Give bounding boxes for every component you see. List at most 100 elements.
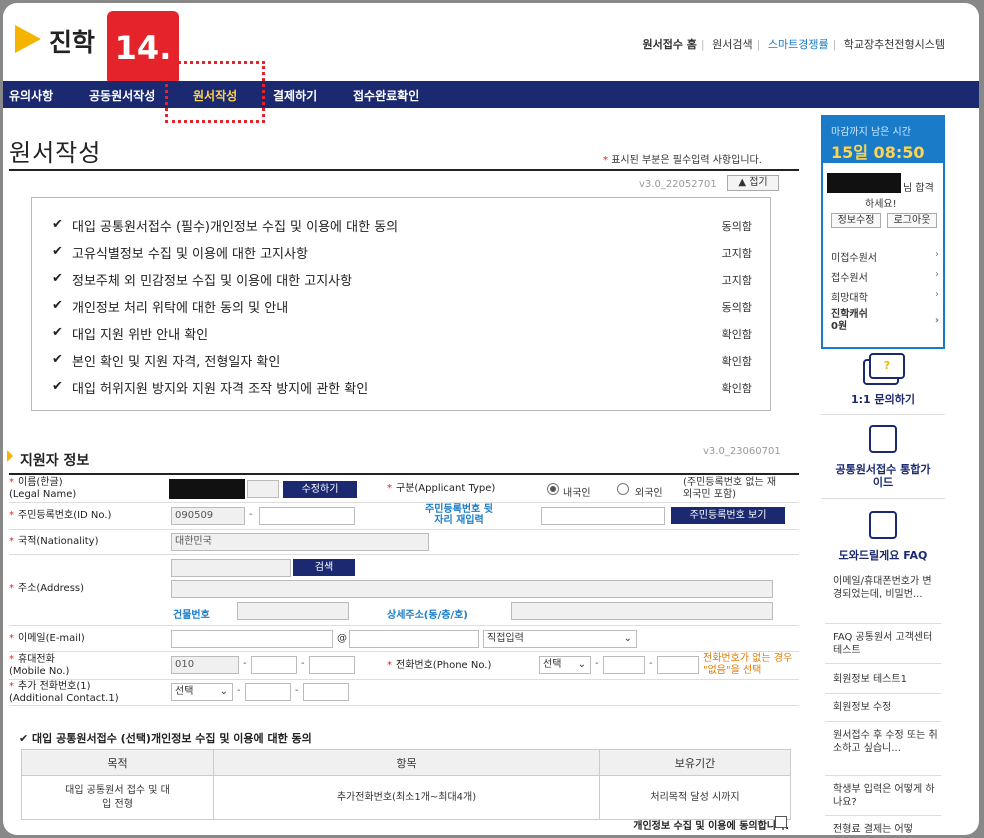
phone-note: 전화번호가 없는 경우 "없음"을 선택	[703, 653, 793, 676]
faq-title: 도와드릴게요 FAQ	[838, 549, 928, 562]
toplink-smart-rate[interactable]: 스마트경쟁률	[764, 38, 833, 51]
building-no-input[interactable]	[237, 602, 349, 620]
name-input[interactable]	[247, 480, 279, 498]
table-header: 항목	[213, 749, 600, 776]
check-icon: ✔	[52, 217, 63, 232]
timer-value: 15일 08:50	[831, 143, 925, 162]
divider	[9, 473, 799, 475]
edit-info-button[interactable]: 정보수정	[831, 213, 881, 228]
table-header: 목적	[21, 749, 214, 776]
radio-domestic[interactable]	[547, 483, 559, 495]
logo[interactable]: 진학	[49, 23, 95, 59]
page-title: 원서작성	[9, 139, 102, 167]
check-icon: ✔	[19, 732, 33, 745]
faq-item[interactable]: FAQ 공통원서 고객센터 테스트	[833, 631, 939, 657]
email-domain-select[interactable]: 직접입력 ⌄	[483, 630, 637, 648]
sidebar-item-submitted[interactable]: 접수원서 ›	[831, 269, 939, 284]
toplink-home[interactable]: 원서접수 홈	[638, 38, 700, 51]
faq-item[interactable]: 회원정보 테스트1	[833, 673, 939, 686]
logout-button[interactable]: 로그아웃	[887, 213, 937, 228]
mobile-label: * 휴대전화 (Mobile No.)	[9, 654, 70, 677]
sidebar-item-unsubmitted[interactable]: 미접수원서 ›	[831, 249, 939, 264]
toplink-search[interactable]: 원서검색	[708, 38, 756, 51]
check-icon: ✔	[52, 325, 63, 340]
guide-tile[interactable]: 공통원서접수 통합가이드	[821, 419, 945, 499]
edit-name-button[interactable]: 수정하기	[283, 481, 357, 498]
faq-item[interactable]: 회원정보 수정	[833, 701, 939, 714]
version-label: v3.0_23060701	[703, 446, 781, 457]
consent-item: ✔ 정보주체 외 민감정보 수집 및 이용에 대한 고지사항 고지함	[52, 271, 752, 289]
building-no-label: 건물번호	[173, 610, 210, 621]
top-links: 원서접수 홈 | 원서검색 | 스마트경쟁률 | 학교장추천전형시스템	[638, 36, 949, 52]
mobile-mid-input[interactable]	[251, 656, 297, 674]
required-note: * 표시된 부분은 필수입력 사항입니다.	[603, 155, 762, 166]
fold-button[interactable]: ▲ 접기	[727, 175, 779, 191]
check-icon: ✔	[52, 271, 63, 286]
user-box: 님 합격 하세요! 정보수정 로그아웃 미접수원서 › 접수원서 › 희망대학 › 진…	[821, 163, 945, 349]
type-label: * 구분(Applicant Type)	[387, 483, 496, 494]
agree-checkbox[interactable]	[775, 816, 787, 828]
phone-mid-input[interactable]	[603, 656, 645, 674]
nav-common-form[interactable]: 공동원서작성	[89, 87, 155, 104]
email-id-input[interactable]	[171, 630, 333, 648]
chevron-right-icon: ›	[935, 269, 939, 280]
mobile-prefix-input[interactable]: 010	[171, 656, 239, 674]
phone-area-select[interactable]: 선택 ⌄	[539, 656, 591, 674]
row-divider	[9, 651, 799, 652]
id-back-input[interactable]	[259, 507, 355, 525]
divider	[825, 815, 941, 816]
extra-area-select[interactable]: 선택 ⌄	[171, 683, 233, 701]
zipcode-input[interactable]	[171, 559, 291, 577]
inquiry-tile[interactable]: ? 1:1 문의하기	[821, 351, 945, 415]
sidebar-item-cash[interactable]: 진학캐쉬 0원 ›	[831, 309, 939, 333]
divider	[825, 693, 941, 694]
row-divider	[9, 554, 799, 555]
agree-label: 개인정보 수집 및 이용에 동의합니다.	[633, 821, 789, 832]
book-icon	[869, 425, 897, 453]
dash: -	[249, 509, 253, 520]
logo-arrow-icon[interactable]	[15, 25, 41, 53]
sidebar-item-wish-univ[interactable]: 희망대학 ›	[831, 289, 939, 304]
faq-item[interactable]: 전형료 결제는 어떻	[833, 823, 939, 835]
dash: -	[595, 658, 599, 669]
faq-item[interactable]: 학생부 입력은 어떻게 하나요?	[833, 783, 939, 809]
phone-last-input[interactable]	[657, 656, 699, 674]
row-divider	[9, 502, 799, 503]
consent-item: ✔ 본인 확인 및 지원 자격, 전형일자 확인 확인함	[52, 352, 752, 370]
extra-contact-label: * 추가 전화번호(1) (Additional Contact.1)	[9, 681, 119, 704]
extra-last-input[interactable]	[303, 683, 349, 701]
email-domain-input[interactable]	[349, 630, 479, 648]
mobile-last-input[interactable]	[309, 656, 355, 674]
radio-foreign[interactable]	[617, 483, 629, 495]
address-search-button[interactable]: 검색	[293, 559, 355, 576]
masked-name	[169, 479, 245, 499]
section-title: 지원자 정보	[20, 453, 90, 469]
chevron-down-icon: ⌄	[577, 659, 586, 670]
address-input[interactable]	[171, 580, 773, 598]
id-back-reenter-input[interactable]	[541, 507, 665, 525]
toplink-principal-system[interactable]: 학교장추천전형시스템	[840, 38, 949, 51]
deadline-timer: 마감까지 남은 시간 15일 08:50	[821, 115, 945, 163]
chevron-right-icon: ›	[935, 289, 939, 300]
nav-payment[interactable]: 결제하기	[273, 87, 317, 104]
nationality-input[interactable]: 대한민국	[171, 533, 429, 551]
detail-address-input[interactable]	[511, 602, 773, 620]
phone-label: * 전화번호(Phone No.)	[387, 660, 492, 671]
inquiry-label: 1:1 문의하기	[850, 393, 916, 406]
user-greet: 하세요!	[865, 199, 897, 210]
id-view-button[interactable]: 주민등록번호 보기	[671, 507, 785, 524]
timer-label: 마감까지 남은 시간	[831, 127, 911, 138]
check-icon: ✔	[52, 352, 63, 367]
nav-notice[interactable]: 유의사항	[9, 87, 53, 104]
table-cell: 대입 공통원서 접수 및 대입 전형	[21, 775, 214, 820]
extra-mid-input[interactable]	[245, 683, 291, 701]
chevron-down-icon: ⌄	[219, 686, 228, 697]
faq-tile[interactable]: 도와드릴게요 FAQ	[821, 505, 945, 569]
nav-confirm[interactable]: 접수완료확인	[353, 87, 419, 104]
email-at: @	[337, 633, 347, 644]
detail-address-label: 상세주소(동/층/호)	[387, 610, 468, 621]
id-front-input[interactable]: 090509	[171, 507, 245, 525]
faq-item[interactable]: 이메일/휴대폰번호가 변경되었는데, 비밀번...	[833, 575, 939, 601]
dash: -	[237, 685, 241, 696]
faq-item[interactable]: 원서접수 후 수정 또는 취소하고 싶습니...	[833, 729, 939, 755]
